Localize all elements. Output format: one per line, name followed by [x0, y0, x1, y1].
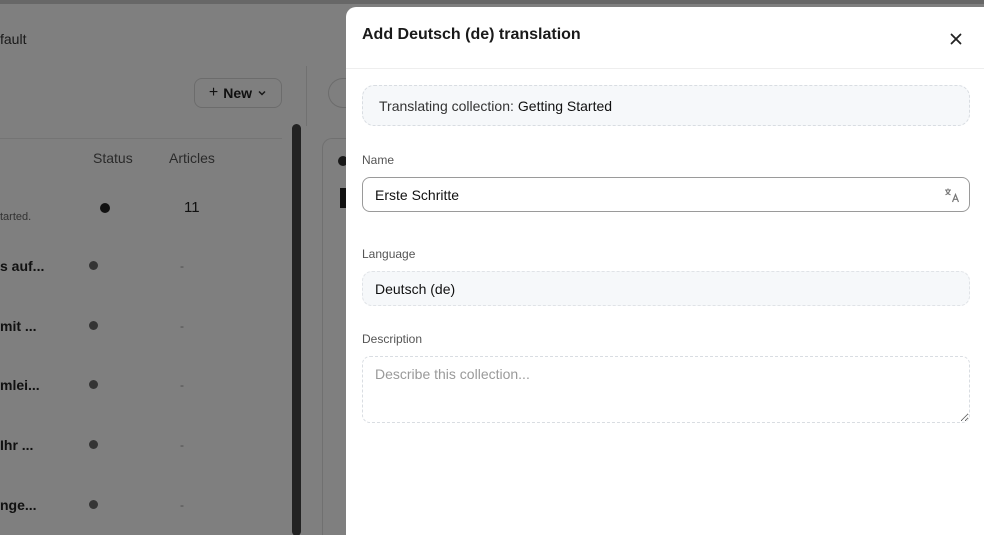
language-value: Deutsch (de) — [375, 280, 456, 297]
translation-drawer: Add Deutsch (de) translation Translating… — [346, 7, 984, 535]
name-field-wrapper — [362, 177, 970, 212]
drawer-title: Add Deutsch (de) translation — [362, 26, 581, 43]
translate-icon[interactable] — [943, 186, 961, 204]
info-prefix: Translating collection: — [379, 97, 514, 114]
name-input[interactable] — [363, 178, 933, 211]
description-textarea[interactable] — [362, 356, 970, 423]
close-icon — [950, 33, 962, 45]
close-button[interactable] — [944, 27, 968, 51]
language-select[interactable]: Deutsch (de) — [362, 271, 970, 306]
collection-name: Getting Started — [517, 97, 613, 114]
translation-info-box: Translating collection: Getting Started — [362, 85, 970, 126]
description-label: Description — [362, 332, 423, 346]
drawer-header: Add Deutsch (de) translation — [346, 7, 984, 69]
name-label: Name — [362, 153, 395, 167]
language-label: Language — [362, 247, 416, 261]
